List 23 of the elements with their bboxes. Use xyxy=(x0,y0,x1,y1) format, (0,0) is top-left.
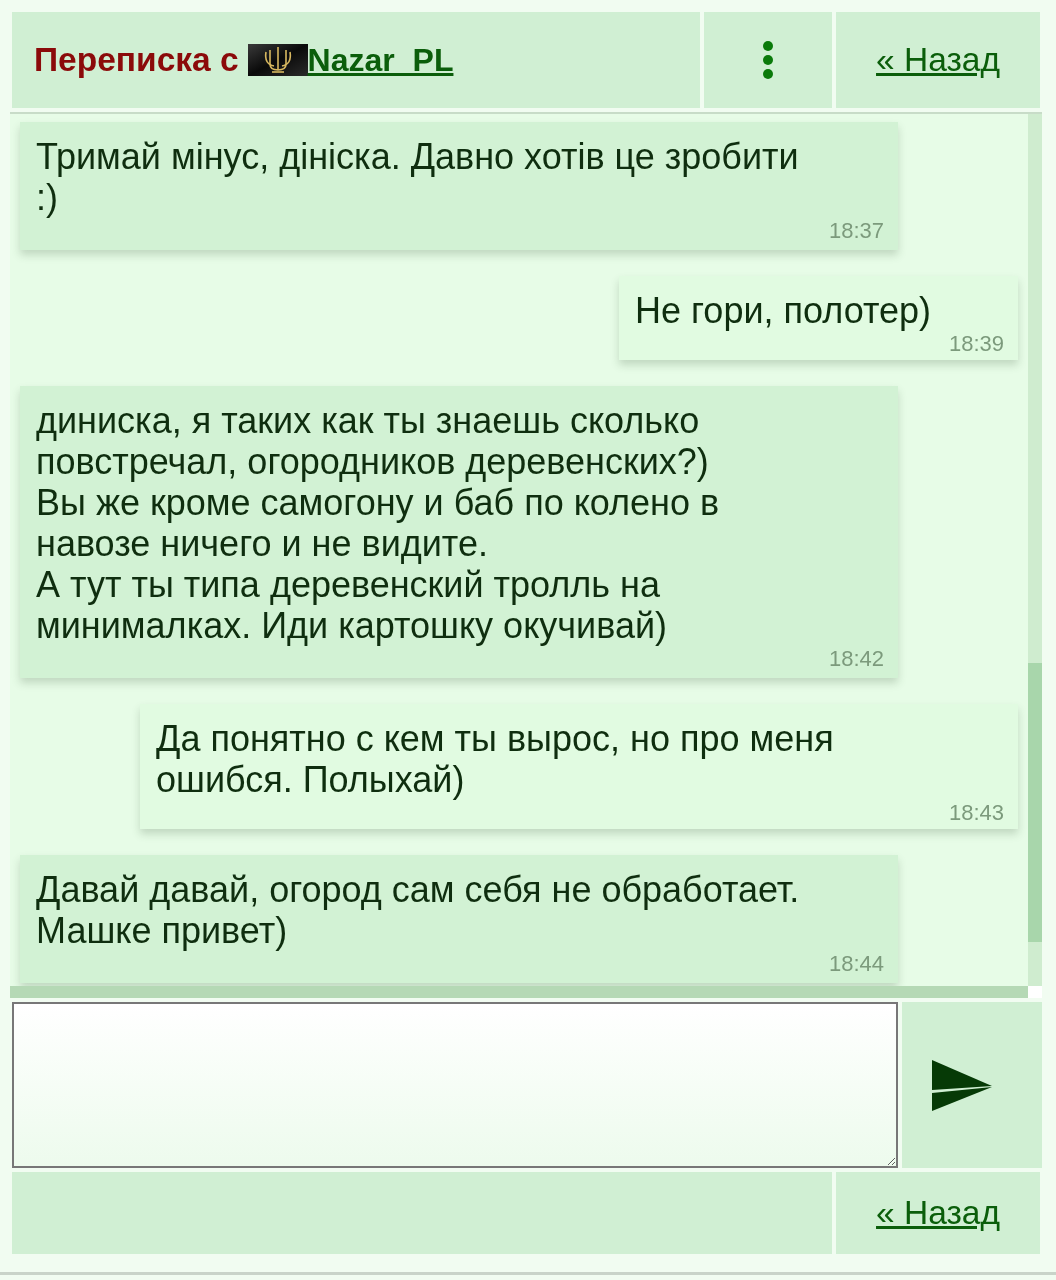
message-input[interactable] xyxy=(12,1002,898,1168)
scrollbar-thumb[interactable] xyxy=(1028,663,1042,942)
menu-button[interactable] xyxy=(704,12,832,108)
message-time: 18:39 xyxy=(948,331,1004,357)
message-text: Да понятно с кем ты вырос, но про меня ошибся. Полыхай) xyxy=(156,718,835,800)
trident-emblem-icon xyxy=(247,44,308,76)
message-time: 18:37 xyxy=(828,218,884,244)
message-time: 18:44 xyxy=(828,951,884,977)
send-icon xyxy=(932,1059,992,1111)
horizontal-scrollbar[interactable] xyxy=(10,986,1028,998)
message-time: 18:43 xyxy=(948,800,1004,826)
message-time: 18:42 xyxy=(828,646,884,672)
message-text: Тримай мінус, дініска. Давно хотів це зробити :) xyxy=(36,136,800,218)
message-text: Не гори, полотер) xyxy=(635,290,932,331)
scrollbar-corner xyxy=(1028,986,1042,998)
message-text: Давай давай, огород сам себя не обработает. Машке привет) xyxy=(36,869,801,951)
send-button[interactable] xyxy=(902,1002,1042,1168)
back-link[interactable]: « Назад xyxy=(876,41,1000,79)
more-vertical-icon xyxy=(762,40,774,80)
message-text: диниска, я таких как ты знаешь сколько повстречал, огородников деревенских?) Вы же кроме самогону и баб по колено в навозе ничего и не видите. А тут ты типа деревенский тролль на минималках. Иди картошку окучивай) xyxy=(36,400,721,646)
back-link[interactable]: « Назад xyxy=(876,1194,1000,1232)
contact-link[interactable]: Nazar_PL xyxy=(307,41,454,79)
chat-title: Переписка с xyxy=(34,41,239,79)
